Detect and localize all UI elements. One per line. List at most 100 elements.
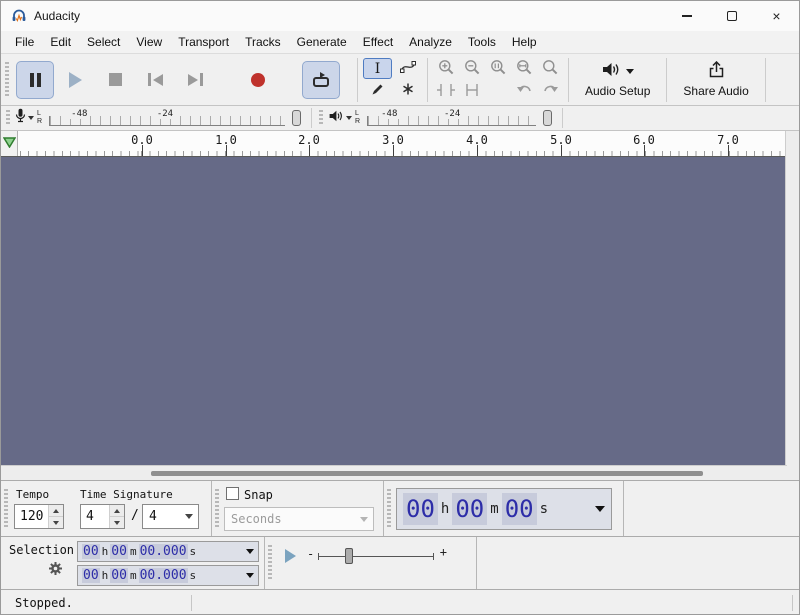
- play-at-speed-button[interactable]: [279, 546, 301, 566]
- selection-format-dropdown-icon[interactable]: [246, 573, 254, 578]
- bottom-toolbar-row-1: Tempo 120 Time Signature 4 / 4 Snap Seco…: [1, 480, 799, 536]
- speaker-small-icon: [328, 109, 344, 128]
- skip-to-start-button[interactable]: [136, 61, 174, 99]
- skip-to-start-icon: [148, 73, 163, 86]
- envelope-tool-button[interactable]: [393, 58, 422, 79]
- audio-position-display[interactable]: 00 h 00 m 00 s: [396, 488, 612, 530]
- menubar: File Edit Select View Transport Tracks G…: [1, 31, 799, 54]
- speed-minus-label: -: [307, 547, 314, 561]
- zoom-fit-project-button[interactable]: [511, 57, 537, 80]
- silence-audio-button[interactable]: [459, 80, 485, 103]
- meter-separator: [562, 108, 563, 128]
- snapping-toolbar-grip[interactable]: [215, 489, 219, 528]
- time-format-dropdown-icon[interactable]: [595, 506, 605, 512]
- track-canvas[interactable]: [1, 157, 787, 465]
- ts-upper-spinner-buttons[interactable]: [109, 505, 124, 528]
- speaker-icon: [601, 61, 621, 81]
- tempo-spinner-buttons[interactable]: [48, 505, 63, 528]
- menu-edit[interactable]: Edit: [42, 32, 79, 52]
- undo-icon: [516, 83, 533, 99]
- menu-tools[interactable]: Tools: [460, 32, 504, 52]
- pause-button[interactable]: [16, 61, 54, 99]
- toolbar-separator: [765, 58, 766, 102]
- audio-setup-button[interactable]: Audio Setup: [574, 58, 661, 101]
- menu-help[interactable]: Help: [504, 32, 545, 52]
- menu-file[interactable]: File: [7, 32, 42, 52]
- menu-effect[interactable]: Effect: [355, 32, 401, 52]
- audacity-window: Audacity × File Edit Select View Transpo…: [0, 0, 800, 615]
- share-audio-button[interactable]: Share Audio: [672, 58, 759, 101]
- time-signature-upper-spinner[interactable]: 4: [80, 504, 125, 529]
- zoom-fit-selection-icon: [490, 59, 506, 78]
- titlebar: Audacity ×: [1, 1, 799, 31]
- multi-tool-button[interactable]: [393, 80, 422, 101]
- selection-settings-button[interactable]: [48, 561, 63, 579]
- timeline-ruler[interactable]: 0.0 1.0 2.0 3.0 4.0 5.0 6.0 7.0: [19, 131, 787, 156]
- record-button[interactable]: [239, 61, 277, 99]
- recording-volume-slider-thumb[interactable]: [292, 110, 301, 126]
- zoom-out-button[interactable]: [459, 57, 485, 80]
- recording-meter-scale[interactable]: -48 -24: [49, 108, 301, 129]
- tempo-spinner[interactable]: 120: [14, 504, 64, 529]
- spin-up-icon: [53, 509, 59, 513]
- draw-tool-button[interactable]: [363, 80, 392, 101]
- playback-meter-scale[interactable]: -48 -24: [367, 108, 552, 129]
- toolbar-separator: [357, 58, 358, 102]
- play-button[interactable]: [56, 61, 94, 99]
- recording-meter[interactable]: L R -48 -24: [1, 106, 309, 130]
- transport-toolbar-grip[interactable]: [5, 62, 9, 98]
- play-at-speed-icon: [285, 549, 296, 563]
- maximize-button[interactable]: [709, 1, 754, 31]
- horizontal-scrollbar-thumb[interactable]: [151, 471, 703, 476]
- play-head-triangle-icon: [3, 135, 16, 153]
- menu-analyze[interactable]: Analyze: [401, 32, 460, 52]
- menu-generate[interactable]: Generate: [289, 32, 355, 52]
- time-toolbar-grip[interactable]: [387, 489, 391, 528]
- recording-meter-grip[interactable]: [6, 110, 10, 126]
- menu-select[interactable]: Select: [79, 32, 128, 52]
- playback-volume-slider-thumb[interactable]: [543, 110, 552, 126]
- minimize-icon: [682, 15, 692, 17]
- tools-toolbar: I: [363, 58, 422, 101]
- toolbar-separator: [568, 58, 569, 102]
- selection-tool-button[interactable]: I: [363, 58, 392, 79]
- zoom-in-button[interactable]: [433, 57, 459, 80]
- time-signature-toolbar-grip[interactable]: [4, 489, 8, 528]
- selection-start-field[interactable]: 00 h 00 m 00.000 s: [77, 541, 259, 562]
- trim-audio-button[interactable]: [433, 80, 459, 103]
- time-signature-label: Time Signature: [80, 488, 173, 501]
- undo-button[interactable]: [511, 80, 537, 103]
- play-at-speed-toolbar-grip[interactable]: [268, 545, 272, 581]
- spin-up-icon: [114, 509, 120, 513]
- menu-transport[interactable]: Transport: [170, 32, 237, 52]
- share-audio-icon: [708, 61, 725, 81]
- stop-button[interactable]: [96, 61, 134, 99]
- skip-to-end-button[interactable]: [176, 61, 214, 99]
- playback-meter[interactable]: L R -48 -24: [314, 106, 560, 130]
- playback-speed-slider[interactable]: - +: [307, 543, 447, 569]
- menu-tracks[interactable]: Tracks: [237, 32, 289, 52]
- recording-meter-dropdown-icon[interactable]: [28, 116, 34, 120]
- multi-tool-icon: [402, 83, 414, 98]
- minimize-button[interactable]: [664, 1, 709, 31]
- speed-slider-thumb[interactable]: [345, 548, 353, 564]
- zoom-toggle-button[interactable]: [537, 57, 563, 80]
- menu-view[interactable]: View: [128, 32, 170, 52]
- zoom-fit-selection-button[interactable]: [485, 57, 511, 80]
- loop-button[interactable]: [302, 61, 340, 99]
- snap-mode-select[interactable]: Seconds: [224, 507, 374, 531]
- status-text: Stopped.: [15, 596, 73, 610]
- selection-format-dropdown-icon[interactable]: [246, 549, 254, 554]
- horizontal-scrollbar[interactable]: [1, 465, 787, 480]
- close-button[interactable]: ×: [754, 1, 799, 31]
- playback-meter-grip[interactable]: [319, 110, 323, 126]
- trim-audio-icon: [436, 83, 456, 100]
- selection-end-field[interactable]: 00 h 00 m 00.000 s: [77, 565, 259, 586]
- status-separator: [191, 595, 192, 611]
- snap-checkbox[interactable]: [226, 487, 239, 500]
- redo-button[interactable]: [537, 80, 563, 103]
- playback-meter-dropdown-icon[interactable]: [346, 116, 352, 120]
- pinned-play-head-toggle[interactable]: [1, 131, 18, 156]
- vertical-scrollbar[interactable]: [785, 131, 799, 480]
- time-signature-lower-select[interactable]: 4: [142, 504, 199, 529]
